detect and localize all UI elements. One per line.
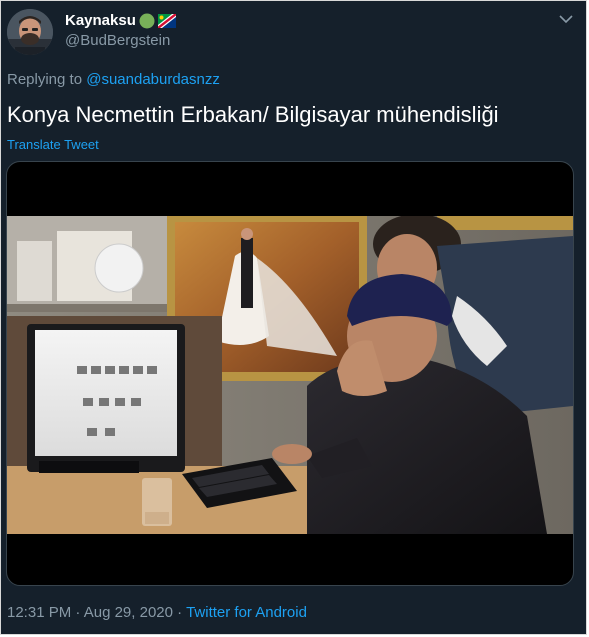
tweet-card: Kaynaksu @BudBergstein Replying to @suan… bbox=[0, 0, 587, 635]
tweet-photo[interactable] bbox=[7, 216, 573, 534]
translate-tweet-link[interactable]: Translate Tweet bbox=[7, 137, 99, 152]
footer-separator: · bbox=[75, 604, 81, 621]
tweet-time[interactable]: 12:31 PM bbox=[7, 604, 71, 621]
tweet-media[interactable] bbox=[6, 161, 574, 586]
avatar-image bbox=[7, 9, 53, 55]
footer-separator: · bbox=[177, 604, 183, 621]
replying-to: Replying to @suandaburdasnzz bbox=[7, 71, 220, 88]
namibia-flag-icon bbox=[157, 13, 176, 28]
replying-prefix: Replying to bbox=[7, 71, 83, 88]
display-name: Kaynaksu bbox=[65, 12, 136, 29]
author-name[interactable]: Kaynaksu bbox=[65, 12, 176, 29]
tweet-date[interactable]: Aug 29, 2020 bbox=[84, 604, 173, 621]
chevron-down-icon bbox=[559, 15, 573, 24]
tweet-menu-button[interactable] bbox=[557, 10, 575, 28]
tweet-source-link[interactable]: Twitter for Android bbox=[186, 604, 307, 621]
author-handle[interactable]: @BudBergstein bbox=[65, 32, 170, 49]
avatar[interactable] bbox=[7, 9, 53, 55]
tweet-footer: 12:31 PM · Aug 29, 2020 · Twitter for An… bbox=[7, 604, 307, 621]
reply-mention-link[interactable]: @suandaburdasnzz bbox=[86, 71, 220, 88]
green-circle-emoji-icon bbox=[139, 13, 155, 28]
tweet-text: Konya Necmettin Erbakan/ Bilgisayar mühe… bbox=[7, 102, 499, 127]
